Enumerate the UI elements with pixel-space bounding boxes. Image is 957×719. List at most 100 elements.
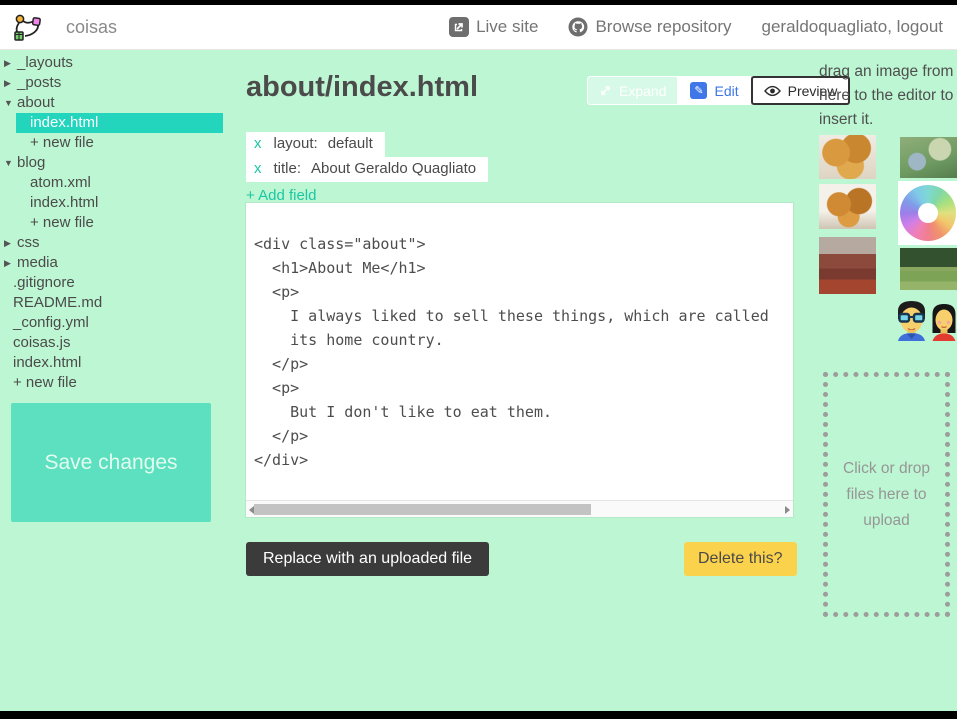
tree-folder-media[interactable]: ▶media — [0, 253, 240, 273]
upload-dropzone[interactable]: Click or drop files here to upload — [823, 372, 950, 617]
coisas-logo-icon — [12, 11, 44, 43]
github-icon — [568, 17, 588, 37]
scroll-right-arrow-icon[interactable] — [785, 506, 790, 514]
tree-new-file-button[interactable]: + new file — [0, 133, 240, 153]
tree-item-label: _layouts — [17, 54, 73, 71]
tree-folder-blog[interactable]: ▼blog — [0, 153, 240, 173]
code-line[interactable]: </p> — [254, 352, 793, 376]
topbar: coisas Live site Browse repository gera — [0, 5, 957, 50]
expand-button[interactable]: Expand — [587, 76, 678, 105]
tree-item-label: _posts — [17, 74, 61, 91]
code-line[interactable]: <p> — [254, 280, 793, 304]
file-tree: ▶_layouts▶_posts▼aboutindex.html+ new fi… — [0, 53, 240, 393]
app-window: coisas Live site Browse repository gera — [0, 0, 957, 719]
tree-file-README.md[interactable]: README.md — [0, 293, 240, 313]
scrollbar-thumb[interactable] — [254, 504, 591, 515]
edit-label: Edit — [714, 83, 738, 99]
tree-item-label: index.html — [30, 194, 98, 211]
code-line[interactable]: I always liked to sell these things, whi… — [254, 304, 793, 328]
woman-avatar-illustration[interactable] — [931, 302, 957, 341]
market-stall-photo[interactable] — [819, 237, 876, 294]
croquettes-photo[interactable] — [819, 184, 876, 229]
tree-folder-_posts[interactable]: ▶_posts — [0, 73, 240, 93]
user-logout-link[interactable]: geraldoquagliato, logout — [762, 17, 943, 37]
tree-item-label: coisas.js — [13, 334, 71, 351]
tree-new-file-button[interactable]: + new file — [0, 373, 240, 393]
tree-item-label: about — [17, 94, 55, 111]
tree-item-label: blog — [17, 154, 45, 171]
save-changes-button[interactable]: Save changes — [11, 403, 211, 522]
drag-image-hint: drag an image from here to the editor to… — [819, 60, 957, 132]
tree-item-label: + new file — [30, 134, 94, 151]
add-field-link[interactable]: + Add field — [246, 187, 316, 204]
tree-item-label: + new file — [13, 374, 77, 391]
remove-field-button[interactable]: x — [254, 160, 262, 177]
tree-item-label: + new file — [30, 214, 94, 231]
code-line[interactable]: </div> — [254, 448, 793, 472]
folder-collapsed-icon: ▶ — [4, 253, 16, 273]
code-line[interactable]: </p> — [254, 424, 793, 448]
fried-pastries-photo[interactable] — [819, 135, 876, 179]
tree-file-coisas.js[interactable]: coisas.js — [0, 333, 240, 353]
edit-button[interactable]: ✎ Edit — [678, 76, 750, 105]
code-line[interactable]: <div class="about"> — [254, 232, 793, 256]
tree-folder-about[interactable]: ▼about — [0, 93, 240, 113]
color-wheel-diagram[interactable] — [898, 181, 957, 245]
man-avatar-illustration[interactable] — [895, 299, 928, 341]
code-line[interactable]: <h1>About Me</h1> — [254, 256, 793, 280]
tree-file-.gitignore[interactable]: .gitignore — [0, 273, 240, 293]
tree-folder-_layouts[interactable]: ▶_layouts — [0, 53, 240, 73]
delete-button[interactable]: Delete this? — [684, 542, 797, 576]
folder-collapsed-icon: ▶ — [4, 73, 16, 93]
field-key: title: — [274, 160, 302, 177]
expand-arrows-icon — [599, 84, 612, 97]
field-chip-layout: x layout: default — [246, 132, 385, 157]
code-line[interactable]: its home country. — [254, 328, 793, 352]
upload-hint-text: Click or drop files here to upload — [842, 456, 932, 534]
frontmatter-fields: x layout: default x title: About Geraldo Quag… — [246, 132, 488, 205]
tree-item-label: index.html — [30, 114, 98, 131]
field-value-input[interactable]: About Geraldo Quagliato — [311, 160, 476, 177]
folder-collapsed-icon: ▶ — [4, 53, 16, 73]
code-editor[interactable]: <div class="about"> <h1>About Me</h1> <p… — [246, 203, 793, 517]
pencil-icon: ✎ — [690, 82, 707, 99]
tree-new-file-button[interactable]: + new file — [0, 213, 240, 233]
tree-item-label: atom.xml — [30, 174, 91, 191]
field-key: layout: — [274, 135, 318, 152]
remove-field-button[interactable]: x — [254, 135, 262, 152]
folder-expanded-icon: ▼ — [4, 93, 16, 113]
folder-collapsed-icon: ▶ — [4, 233, 16, 253]
tree-item-label: _config.yml — [13, 314, 89, 331]
soccer-field-photo[interactable] — [900, 248, 957, 290]
code-line[interactable]: <p> — [254, 376, 793, 400]
tree-item-label: .gitignore — [13, 274, 75, 291]
media-panel: drag an image from here to the editor to… — [819, 60, 957, 640]
tree-file-index.html[interactable]: index.html — [16, 113, 223, 133]
folder-expanded-icon: ▼ — [4, 153, 16, 173]
bottom-black-strip — [0, 711, 957, 719]
tree-item-label: css — [17, 234, 40, 251]
replace-file-button[interactable]: Replace with an uploaded file — [246, 542, 489, 576]
tree-file-atom.xml[interactable]: atom.xml — [0, 173, 240, 193]
live-site-link[interactable]: Live site — [449, 17, 538, 37]
color-wheel-graphic — [900, 185, 956, 241]
tree-item-label: media — [17, 254, 58, 271]
live-site-label: Live site — [476, 17, 538, 37]
code-line[interactable]: But I don't like to eat them. — [254, 400, 793, 424]
tree-file-index.html[interactable]: index.html — [0, 193, 240, 213]
field-value-input[interactable]: default — [328, 135, 373, 152]
page-title: about/index.html — [246, 71, 478, 104]
eye-icon — [764, 85, 781, 97]
tree-folder-css[interactable]: ▶css — [0, 233, 240, 253]
horizontal-scrollbar[interactable] — [246, 500, 793, 517]
browse-repository-link[interactable]: Browse repository — [568, 17, 731, 37]
expand-label: Expand — [619, 83, 666, 99]
external-link-icon — [449, 17, 469, 37]
code-editor-content[interactable]: <div class="about"> <h1>About Me</h1> <p… — [246, 203, 793, 500]
tree-file-index.html[interactable]: index.html — [0, 353, 240, 373]
tree-item-label: index.html — [13, 354, 81, 371]
aerial-town-photo[interactable] — [900, 137, 957, 178]
tree-file-_config.yml[interactable]: _config.yml — [0, 313, 240, 333]
brand-name: coisas — [66, 17, 117, 38]
field-chip-title: x title: About Geraldo Quagliato — [246, 157, 488, 182]
